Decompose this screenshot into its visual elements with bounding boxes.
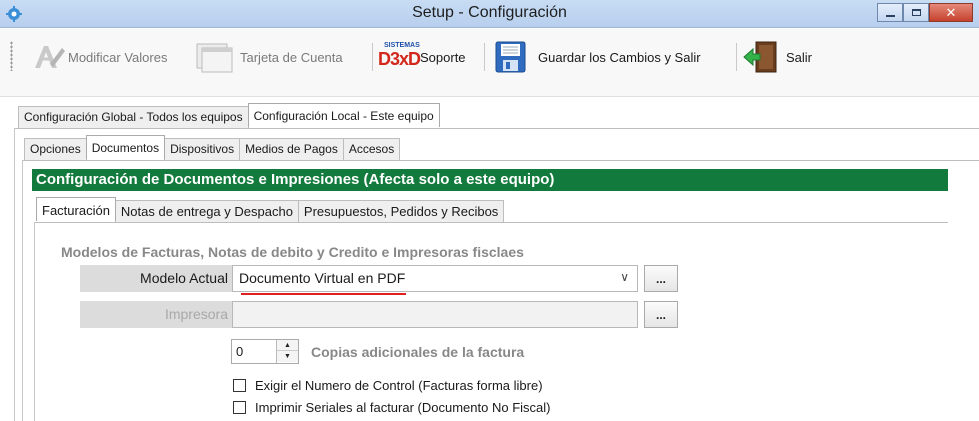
- tab-delivery-notes[interactable]: Notas de entrega y Despacho: [114, 200, 299, 222]
- tab-payment-methods[interactable]: Medios de Pagos: [239, 138, 344, 160]
- tab-panel-border: [34, 222, 948, 223]
- printer-label: Impresora: [80, 301, 232, 328]
- toolbar-separator: [736, 43, 737, 71]
- floppy-disk-icon: [495, 41, 526, 73]
- model-browse-button[interactable]: ...: [644, 265, 678, 292]
- exit-button[interactable]: Salir: [742, 41, 812, 73]
- tab-panel-border: [22, 160, 979, 161]
- section-header: Configuración de Documentos e Impresione…: [32, 169, 948, 191]
- save-and-exit-button[interactable]: Guardar los Cambios y Salir: [494, 41, 701, 73]
- modify-values-label: Modificar Valores: [68, 49, 168, 65]
- maximize-icon: [911, 9, 921, 16]
- current-model-select[interactable]: Documento Virtual en PDF ∨: [232, 265, 638, 292]
- tab-local-config[interactable]: Configuración Local - Este equipo: [247, 103, 440, 127]
- panel-left-border: [14, 128, 15, 421]
- document-type-tabs: Facturación Notas de entrega y Despacho …: [36, 197, 505, 222]
- toolbar-grip[interactable]: [10, 41, 13, 71]
- close-icon: ✕: [945, 4, 957, 20]
- copies-spinner[interactable]: ▲ ▼: [276, 340, 298, 363]
- tab-global-config[interactable]: Configuración Global - Todos los equipos: [18, 106, 249, 128]
- require-control-number-option[interactable]: Exigir el Numero de Control (Facturas fo…: [233, 377, 543, 393]
- account-card-button[interactable]: Tarjeta de Cuenta: [196, 41, 343, 73]
- spin-down-icon[interactable]: ▼: [277, 351, 298, 362]
- category-tabs: Opciones Documentos Dispositivos Medios …: [24, 135, 401, 160]
- d3xd-logo-icon: SISTEMAS D3xD: [378, 41, 421, 73]
- window-title: Setup - Configuración: [412, 4, 567, 21]
- tab-panel-border: [14, 128, 979, 129]
- tab-access[interactable]: Accesos: [342, 138, 401, 160]
- close-button[interactable]: ✕: [929, 3, 973, 22]
- require-control-number-checkbox[interactable]: [233, 378, 246, 392]
- current-model-label: Modelo Actual: [80, 265, 232, 292]
- toolbar-separator: [372, 43, 373, 71]
- exit-door-icon: [743, 41, 777, 73]
- title-bar: Setup - Configuración ✕: [0, 0, 979, 28]
- require-control-number-label: Exigir el Numero de Control (Facturas fo…: [255, 377, 543, 393]
- print-serials-label: Imprimir Seriales al facturar (Documento…: [255, 399, 551, 415]
- print-serials-checkbox[interactable]: [233, 400, 246, 414]
- scope-tabs: Configuración Global - Todos los equipos…: [18, 103, 440, 128]
- printer-field[interactable]: [232, 301, 638, 328]
- panel-left-border: [34, 222, 35, 421]
- red-underline: [241, 293, 406, 295]
- invoice-models-heading: Modelos de Facturas, Notas de debito y C…: [61, 244, 524, 260]
- toolbar-separator: [484, 43, 485, 71]
- support-label: Soporte: [420, 49, 466, 65]
- toolbar: Modificar Valores Tarjeta de Cuenta SIST…: [0, 29, 979, 97]
- panel-left-border: [22, 160, 23, 421]
- chevron-down-icon[interactable]: ∨: [620, 270, 629, 284]
- tab-invoicing[interactable]: Facturación: [36, 197, 116, 221]
- window-controls: ✕: [877, 3, 973, 22]
- tab-quotes-orders[interactable]: Presupuestos, Pedidos y Recibos: [297, 200, 505, 222]
- additional-copies-label: Copias adicionales de la factura: [311, 344, 525, 360]
- print-serials-option[interactable]: Imprimir Seriales al facturar (Documento…: [233, 399, 550, 415]
- tab-options[interactable]: Opciones: [24, 138, 87, 160]
- exit-label: Salir: [786, 49, 813, 65]
- logo-main-text: D3xD: [378, 49, 421, 69]
- logo-top-text: SISTEMAS: [384, 42, 420, 49]
- minimize-icon: [885, 14, 895, 17]
- minimize-button[interactable]: [877, 3, 903, 22]
- card-icon: [196, 43, 233, 73]
- tab-devices[interactable]: Dispositivos: [164, 138, 241, 160]
- account-card-label: Tarjeta de Cuenta: [240, 49, 343, 65]
- edit-values-icon: [35, 46, 65, 68]
- support-button[interactable]: SISTEMAS D3xD Soporte: [378, 41, 466, 73]
- current-model-value: Documento Virtual en PDF: [239, 270, 406, 286]
- maximize-button[interactable]: [903, 3, 929, 22]
- printer-browse-button[interactable]: ...: [644, 301, 678, 328]
- tab-documents[interactable]: Documentos: [85, 135, 166, 159]
- modify-values-button[interactable]: Modificar Valores: [32, 41, 167, 73]
- save-and-exit-label: Guardar los Cambios y Salir: [538, 49, 701, 65]
- spin-up-icon[interactable]: ▲: [277, 340, 298, 351]
